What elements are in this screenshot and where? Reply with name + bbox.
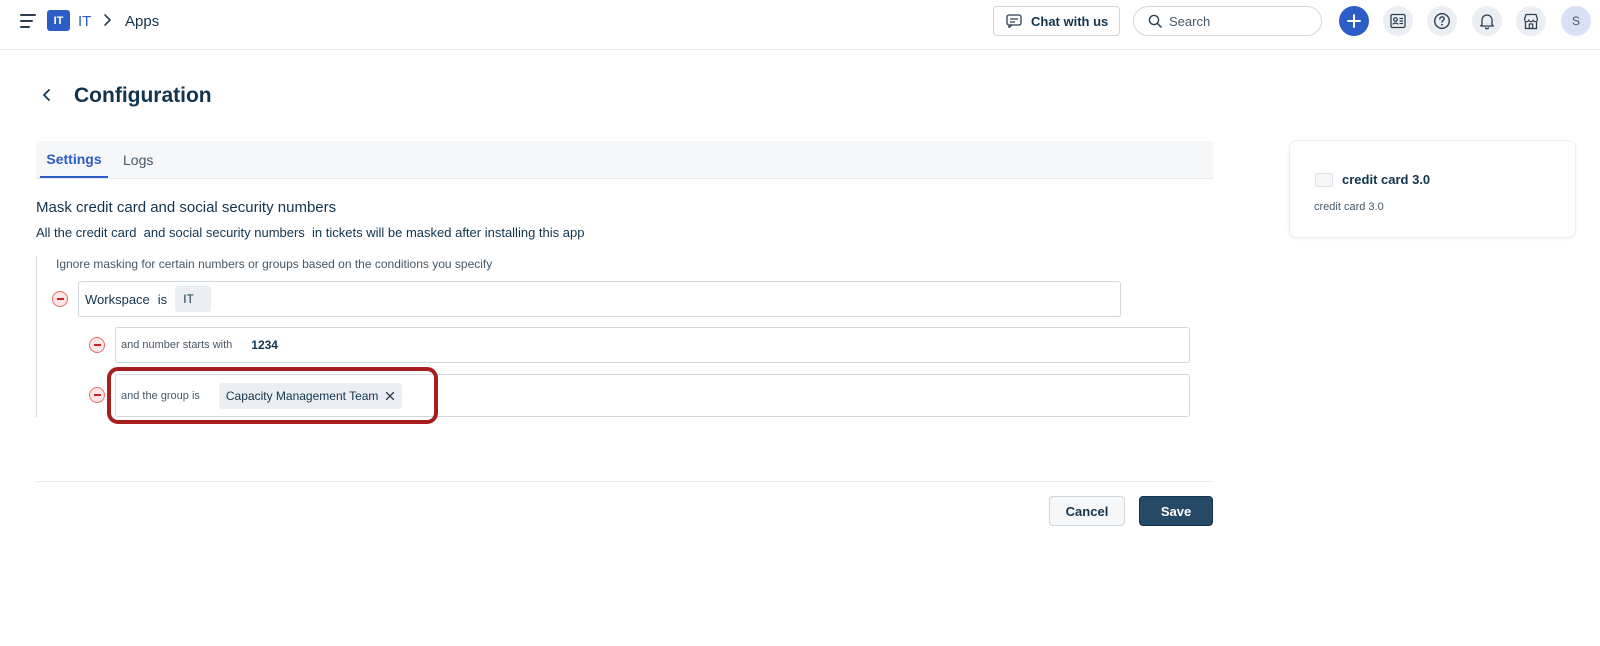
tab-logs[interactable]: Logs xyxy=(123,141,153,178)
group-condition-label: and the group is xyxy=(121,389,200,402)
new-item-button[interactable] xyxy=(1339,6,1369,36)
global-search[interactable] xyxy=(1133,6,1322,36)
group-chip: Capacity Management Team xyxy=(218,382,403,409)
number-prefix-input[interactable] xyxy=(251,338,552,352)
app-subtitle: credit card 3.0 xyxy=(1314,201,1384,213)
remove-condition-number-button[interactable] xyxy=(89,337,105,353)
minus-icon xyxy=(93,394,101,396)
page-title: Configuration xyxy=(74,84,212,107)
save-button[interactable]: Save xyxy=(1139,496,1213,526)
section-description: All the credit card and social security … xyxy=(36,225,584,240)
desc-credit-card: credit card xyxy=(75,225,137,240)
contacts-button[interactable] xyxy=(1383,6,1413,36)
remove-condition-workspace-button[interactable] xyxy=(52,291,68,307)
bell-icon xyxy=(1480,14,1494,30)
section-title: Mask credit card and social security num… xyxy=(36,199,337,216)
contacts-icon xyxy=(1390,13,1406,29)
remove-condition-group-button[interactable] xyxy=(89,387,105,403)
condition-row-number: and number starts with xyxy=(115,327,1190,363)
plus-icon xyxy=(1347,14,1361,28)
condition-field: Workspace xyxy=(85,291,150,307)
desc-ssn: social security numbers xyxy=(168,225,305,240)
marketplace-button[interactable] xyxy=(1516,6,1546,36)
breadcrumb-current: Apps xyxy=(125,13,160,30)
top-bar: IT IT Apps Chat with us S xyxy=(0,0,1600,50)
condition-operator: is xyxy=(157,291,168,307)
chat-button-label: Chat with us xyxy=(1031,13,1109,29)
condition-group-line xyxy=(36,256,39,417)
user-avatar[interactable]: S xyxy=(1561,6,1591,36)
app-icon xyxy=(1315,173,1333,187)
back-arrow-icon[interactable] xyxy=(40,87,54,103)
chat-icon xyxy=(1006,14,1022,28)
tab-bar: Settings Logs xyxy=(36,141,1213,179)
desc-mid: and xyxy=(136,225,169,240)
condition-row-group[interactable]: and the group is Capacity Management Tea… xyxy=(115,374,1190,417)
notifications-button[interactable] xyxy=(1472,6,1502,36)
desc-prefix: All the xyxy=(36,225,76,240)
workspace-value-select[interactable]: IT xyxy=(175,286,212,312)
app-info-card: credit card 3.0 credit card 3.0 xyxy=(1289,140,1576,238)
breadcrumb-workspace[interactable]: IT xyxy=(78,13,91,30)
cancel-button[interactable]: Cancel xyxy=(1049,496,1125,526)
help-button[interactable] xyxy=(1427,6,1457,36)
workspace-badge[interactable]: IT xyxy=(47,10,70,31)
chat-with-us-button[interactable]: Chat with us xyxy=(993,6,1120,36)
close-icon[interactable] xyxy=(385,391,395,401)
marketplace-icon xyxy=(1523,13,1539,29)
search-input[interactable] xyxy=(1169,13,1309,29)
minus-icon xyxy=(56,298,64,300)
chevron-right-icon xyxy=(104,14,111,26)
search-icon xyxy=(1148,14,1162,28)
tab-settings[interactable]: Settings xyxy=(40,141,108,178)
divider xyxy=(36,481,1213,482)
minus-icon xyxy=(93,344,101,346)
condition-hint: Ignore masking for certain numbers or gr… xyxy=(56,257,493,271)
condition-row-workspace: Workspace is IT xyxy=(78,281,1121,317)
number-condition-label: and number starts with xyxy=(121,339,233,351)
app-name: credit card 3.0 xyxy=(1342,172,1431,187)
menu-icon[interactable] xyxy=(20,13,38,29)
help-icon xyxy=(1433,12,1451,30)
group-chip-label: Capacity Management Team xyxy=(225,388,379,403)
desc-suffix: in tickets will be masked after installi… xyxy=(304,225,585,240)
